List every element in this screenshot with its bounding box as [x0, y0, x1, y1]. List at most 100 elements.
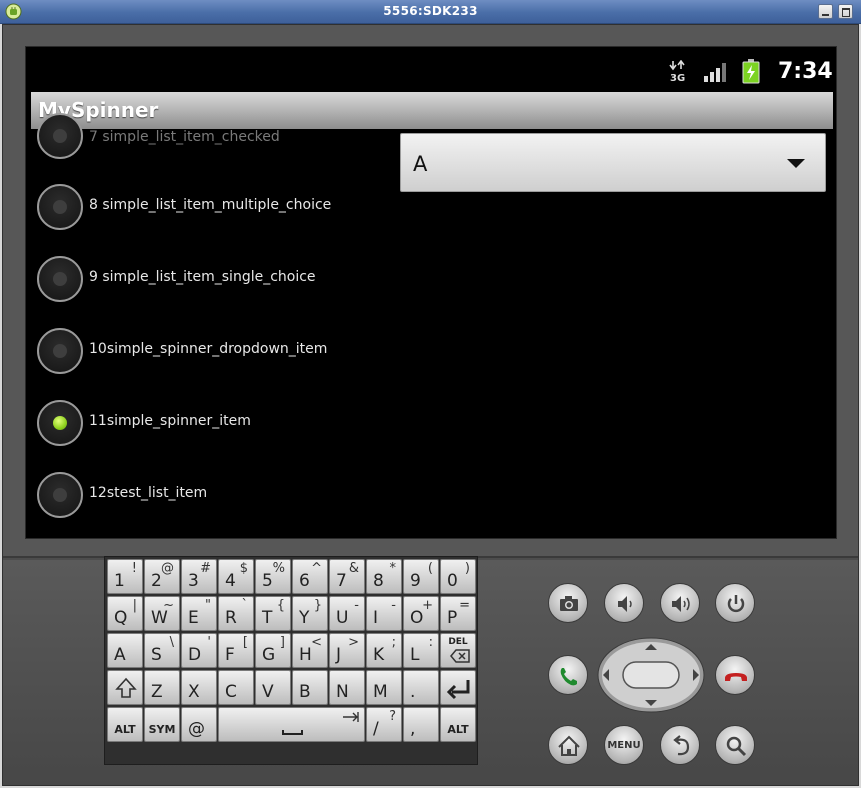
power-button[interactable] — [715, 583, 755, 623]
key-m[interactable]: M — [366, 670, 402, 705]
key-h[interactable]: H < — [292, 633, 328, 668]
radio-button[interactable] — [37, 256, 83, 302]
key-1[interactable]: 1! — [107, 559, 143, 594]
key-d[interactable]: D ' — [181, 633, 217, 668]
key-4[interactable]: 4 $ — [218, 559, 254, 594]
key-2[interactable]: 2 @ — [144, 559, 180, 594]
key-t[interactable]: T{ — [255, 596, 291, 631]
menu-button[interactable]: MENU — [604, 725, 644, 765]
key-0[interactable]: 0) — [440, 559, 476, 594]
status-bar: 3G 7:34 — [26, 47, 836, 94]
home-button[interactable] — [548, 725, 588, 765]
delete-icon — [450, 649, 470, 663]
radio-button[interactable] — [37, 184, 83, 230]
key-b[interactable]: B — [292, 670, 328, 705]
window-title: 5556:SDK233 — [383, 4, 478, 18]
list-item[interactable]: 7 simple_list_item_checked — [26, 100, 396, 172]
radio-button[interactable] — [37, 328, 83, 374]
key-5[interactable]: 5% — [255, 559, 291, 594]
key-x[interactable]: X — [181, 670, 217, 705]
key-6[interactable]: 6 ^ — [292, 559, 328, 594]
window-maximize-button[interactable] — [838, 4, 853, 19]
camera-icon — [560, 596, 578, 611]
search-button[interactable] — [715, 725, 755, 765]
hardware-keyboard: 1! 2 @ 3 # 4 $ 5% 6 ^ 7 & 8 * 9( 0) Q | W ~ E " R… — [104, 556, 478, 765]
list-item[interactable]: 10simple_spinner_dropdown_item — [26, 315, 396, 387]
list-item[interactable]: 8 simple_list_item_multiple_choice — [26, 171, 396, 243]
space-icon — [282, 712, 359, 735]
key-y[interactable]: Y} — [292, 596, 328, 631]
key-e[interactable]: E " — [181, 596, 217, 631]
key-s[interactable]: S \ — [144, 633, 180, 668]
status-clock: 7:34 — [778, 59, 833, 84]
list-item[interactable]: 11simple_spinner_item — [26, 387, 396, 459]
key-at[interactable]: @ — [181, 707, 217, 742]
call-icon — [560, 668, 577, 686]
key-w[interactable]: W ~ — [144, 596, 180, 631]
window-minimize-button[interactable] — [818, 4, 833, 19]
window-titlebar: 5556:SDK233 — [0, 0, 861, 24]
device-screen: 3G 7:34 MySpinner 7 simple_list_item_che… — [25, 46, 837, 539]
key-3[interactable]: 3 # — [181, 559, 217, 594]
key-8[interactable]: 8 * — [366, 559, 402, 594]
enter-icon — [446, 680, 470, 700]
emulator-screen-bezel: 3G 7:34 MySpinner 7 simple_list_item_che… — [3, 25, 858, 558]
key-f[interactable]: F[ — [218, 633, 254, 668]
key-alt-left[interactable]: ALT — [107, 707, 143, 742]
key-k[interactable]: K; — [366, 633, 402, 668]
key-7[interactable]: 7 & — [329, 559, 365, 594]
volume-up-button[interactable] — [660, 583, 700, 623]
key-l[interactable]: L: — [403, 633, 439, 668]
key-alt-right[interactable]: ALT — [440, 707, 476, 742]
list-item-label: 12stest_list_item — [89, 485, 208, 501]
key-comma[interactable]: , — [403, 707, 439, 742]
call-button[interactable] — [548, 655, 588, 695]
dpad-center-button — [622, 661, 680, 689]
radio-button-checked[interactable] — [37, 400, 83, 446]
list-item[interactable]: 9 simple_list_item_single_choice — [26, 243, 396, 315]
spinner-selected-value: A — [413, 152, 428, 176]
camera-button[interactable] — [548, 583, 588, 623]
list-item-label: 10simple_spinner_dropdown_item — [89, 341, 328, 357]
battery-charging-icon — [742, 59, 760, 84]
key-o[interactable]: O + — [403, 596, 439, 631]
key-r[interactable]: R ` — [218, 596, 254, 631]
key-u[interactable]: U- — [329, 596, 365, 631]
list-item-label: 9 simple_list_item_single_choice — [89, 269, 316, 285]
spinner-dropdown[interactable]: A — [400, 133, 826, 192]
end-call-icon — [725, 673, 747, 681]
list-item-label: 8 simple_list_item_multiple_choice — [89, 197, 332, 213]
key-9[interactable]: 9( — [403, 559, 439, 594]
key-enter[interactable] — [440, 670, 476, 705]
volume-down-button[interactable] — [604, 583, 644, 623]
key-a[interactable]: A — [107, 633, 143, 668]
key-i[interactable]: I- — [366, 596, 402, 631]
list-item-label: 11simple_spinner_item — [89, 413, 251, 429]
dropdown-arrow-icon — [787, 159, 805, 168]
radio-button[interactable] — [37, 113, 83, 159]
key-space[interactable] — [218, 707, 365, 742]
key-p[interactable]: P = — [440, 596, 476, 631]
key-j[interactable]: J > — [329, 633, 365, 668]
key-v[interactable]: V — [255, 670, 291, 705]
key-slash[interactable]: /? — [366, 707, 402, 742]
dpad[interactable] — [597, 637, 705, 713]
radio-button[interactable] — [37, 472, 83, 518]
key-n[interactable]: N — [329, 670, 365, 705]
list-item[interactable]: 12stest_list_item — [26, 459, 396, 531]
end-call-button[interactable] — [715, 655, 755, 695]
key-shift[interactable] — [107, 670, 143, 705]
key-c[interactable]: C — [218, 670, 254, 705]
back-button[interactable] — [660, 725, 700, 765]
key-delete[interactable]: DEL — [440, 633, 476, 668]
key-q[interactable]: Q | — [107, 596, 143, 631]
key-g[interactable]: G] — [255, 633, 291, 668]
key-period[interactable]: . — [403, 670, 439, 705]
svg-text:3G: 3G — [670, 73, 685, 82]
signal-strength-icon — [704, 63, 726, 82]
key-z[interactable]: Z — [144, 670, 180, 705]
list-item-label: 7 simple_list_item_checked — [89, 129, 280, 145]
network-3g-icon: 3G — [669, 60, 685, 82]
key-sym[interactable]: SYM — [144, 707, 180, 742]
search-icon — [726, 736, 747, 757]
